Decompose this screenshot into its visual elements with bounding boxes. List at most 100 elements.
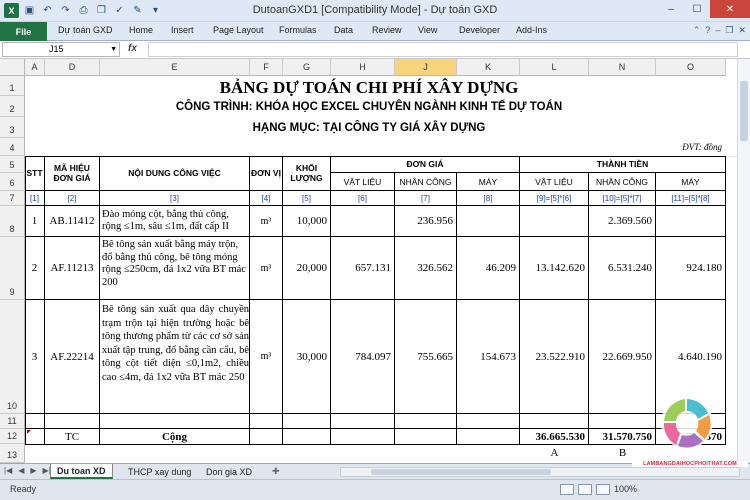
- item-work[interactable]: Bê tông sản xuất qua dây chuyền trạm trộ…: [100, 300, 250, 414]
- item-unit[interactable]: m³: [250, 300, 283, 414]
- workbook-minimize-icon[interactable]: –: [715, 25, 720, 36]
- normal-view-icon[interactable]: [560, 484, 574, 495]
- column-header-k[interactable]: K: [457, 59, 520, 76]
- item-machine-price[interactable]: [457, 206, 520, 237]
- item-qty[interactable]: 30,000: [283, 300, 331, 414]
- sheet-tab-du-toan-xd[interactable]: Du toan XD: [50, 464, 113, 479]
- empty-cell[interactable]: [395, 429, 457, 445]
- item-machine-total[interactable]: 924.180: [656, 237, 726, 300]
- item-labor-total[interactable]: 6.531.240: [589, 237, 656, 300]
- tab-file[interactable]: File: [0, 22, 47, 41]
- formula-input[interactable]: [148, 42, 738, 57]
- tab-developer[interactable]: Developer: [459, 25, 500, 35]
- workbook-restore-icon[interactable]: ❐: [725, 25, 733, 36]
- item-labor-price[interactable]: 236.956: [395, 206, 457, 237]
- empty-cell[interactable]: [283, 429, 331, 445]
- row-header-3[interactable]: 3: [0, 117, 25, 138]
- item-stt[interactable]: 2: [25, 237, 45, 300]
- maximize-button[interactable]: ☐: [684, 0, 710, 18]
- column-header-e[interactable]: E: [100, 59, 250, 76]
- minimize-button[interactable]: –: [658, 0, 684, 18]
- tab-home[interactable]: Home: [129, 25, 153, 35]
- total-stt-cell[interactable]: [25, 429, 45, 445]
- empty-cell[interactable]: [250, 429, 283, 445]
- help-icon[interactable]: ?: [705, 25, 710, 36]
- sheet-tab-thcp-xay-dung[interactable]: THCP xay dung: [122, 464, 197, 479]
- empty-cell[interactable]: [283, 414, 331, 429]
- empty-cell[interactable]: [457, 414, 520, 429]
- item-material-price[interactable]: [331, 206, 395, 237]
- total-label[interactable]: Cộng: [100, 429, 250, 445]
- empty-cell[interactable]: [331, 429, 395, 445]
- tab-page-layout[interactable]: Page Layout: [213, 25, 264, 35]
- zoom-level[interactable]: 100%: [614, 484, 637, 494]
- column-header-d[interactable]: D: [45, 59, 100, 76]
- empty-cell[interactable]: [457, 429, 520, 445]
- close-button[interactable]: ✕: [710, 0, 750, 18]
- empty-cell[interactable]: [45, 414, 100, 429]
- tab-insert[interactable]: Insert: [171, 25, 194, 35]
- select-all-corner[interactable]: [0, 59, 25, 76]
- row-header-13[interactable]: 13: [0, 444, 25, 463]
- item-material-total[interactable]: 23.522.910: [520, 300, 589, 414]
- empty-cell[interactable]: [100, 414, 250, 429]
- empty-cell[interactable]: [395, 414, 457, 429]
- row-header-7[interactable]: 7: [0, 191, 25, 206]
- vertical-scroll-thumb[interactable]: [740, 81, 748, 141]
- item-material-price[interactable]: 784.097: [331, 300, 395, 414]
- tab-review[interactable]: Review: [372, 25, 402, 35]
- total-material[interactable]: 36.665.530: [520, 429, 589, 445]
- column-header-n[interactable]: N: [589, 59, 656, 76]
- item-labor-price[interactable]: 326.562: [395, 237, 457, 300]
- item-unit[interactable]: m³: [250, 206, 283, 237]
- item-material-price[interactable]: 657.131: [331, 237, 395, 300]
- tab-du-toan-gxd[interactable]: Dự toán GXD: [58, 25, 113, 35]
- row-header-8[interactable]: 8: [0, 206, 25, 237]
- item-machine-total[interactable]: [656, 206, 726, 237]
- item-stt[interactable]: 3: [25, 300, 45, 414]
- empty-cell[interactable]: [520, 414, 589, 429]
- row-header-2[interactable]: 2: [0, 96, 25, 117]
- column-header-j[interactable]: J: [395, 59, 457, 76]
- item-code[interactable]: AF.11213: [45, 237, 100, 300]
- column-header-h[interactable]: H: [331, 59, 395, 76]
- workbook-close-icon[interactable]: ✕: [738, 25, 746, 36]
- horizontal-scroll-thumb[interactable]: [371, 469, 551, 475]
- next-sheet-icon[interactable]: ▶: [30, 466, 36, 475]
- item-machine-price[interactable]: 154.673: [457, 300, 520, 414]
- row-header-6[interactable]: 6: [0, 173, 25, 191]
- item-code[interactable]: AF.22214: [45, 300, 100, 414]
- item-labor-price[interactable]: 755.665: [395, 300, 457, 414]
- ribbon-minimize-icon[interactable]: ⌃: [693, 25, 701, 36]
- column-header-a[interactable]: A: [25, 59, 45, 76]
- row-header-10[interactable]: 10: [0, 300, 25, 414]
- item-work[interactable]: Bê tông sản xuất bằng máy trộn, đổ bằng …: [100, 237, 250, 300]
- tab-data[interactable]: Data: [334, 25, 353, 35]
- empty-cell[interactable]: [331, 414, 395, 429]
- item-material-total[interactable]: 13.142.620: [520, 237, 589, 300]
- empty-cell[interactable]: [25, 414, 45, 429]
- tab-view[interactable]: View: [418, 25, 437, 35]
- item-work[interactable]: Đào móng cột, bằng thủ công, rộng ≤1m, s…: [100, 206, 250, 237]
- row-header-11[interactable]: 11: [0, 414, 25, 429]
- name-box[interactable]: J15 ▼: [2, 42, 120, 57]
- page-layout-view-icon[interactable]: [578, 484, 592, 495]
- column-header-f[interactable]: F: [250, 59, 283, 76]
- sheet-tab-don-gia-xd[interactable]: Don gia XD: [200, 464, 258, 479]
- column-header-g[interactable]: G: [283, 59, 331, 76]
- insert-sheet-icon[interactable]: ✚: [266, 464, 286, 479]
- material-letter[interactable]: A: [520, 447, 589, 459]
- tab-formulas[interactable]: Formulas: [279, 25, 317, 35]
- total-code[interactable]: TC: [45, 429, 100, 445]
- row-header-5[interactable]: 5: [0, 156, 25, 173]
- column-header-o[interactable]: O: [656, 59, 726, 76]
- item-unit[interactable]: m³: [250, 237, 283, 300]
- name-box-dropdown-icon[interactable]: ▼: [110, 43, 117, 56]
- row-header-9[interactable]: 9: [0, 237, 25, 300]
- item-machine-price[interactable]: 46.209: [457, 237, 520, 300]
- row-header-12[interactable]: 12: [0, 429, 25, 444]
- item-stt[interactable]: 1: [25, 206, 45, 237]
- item-code[interactable]: AB.11412: [45, 206, 100, 237]
- row-header-1[interactable]: 1: [0, 76, 25, 96]
- column-header-l[interactable]: L: [520, 59, 589, 76]
